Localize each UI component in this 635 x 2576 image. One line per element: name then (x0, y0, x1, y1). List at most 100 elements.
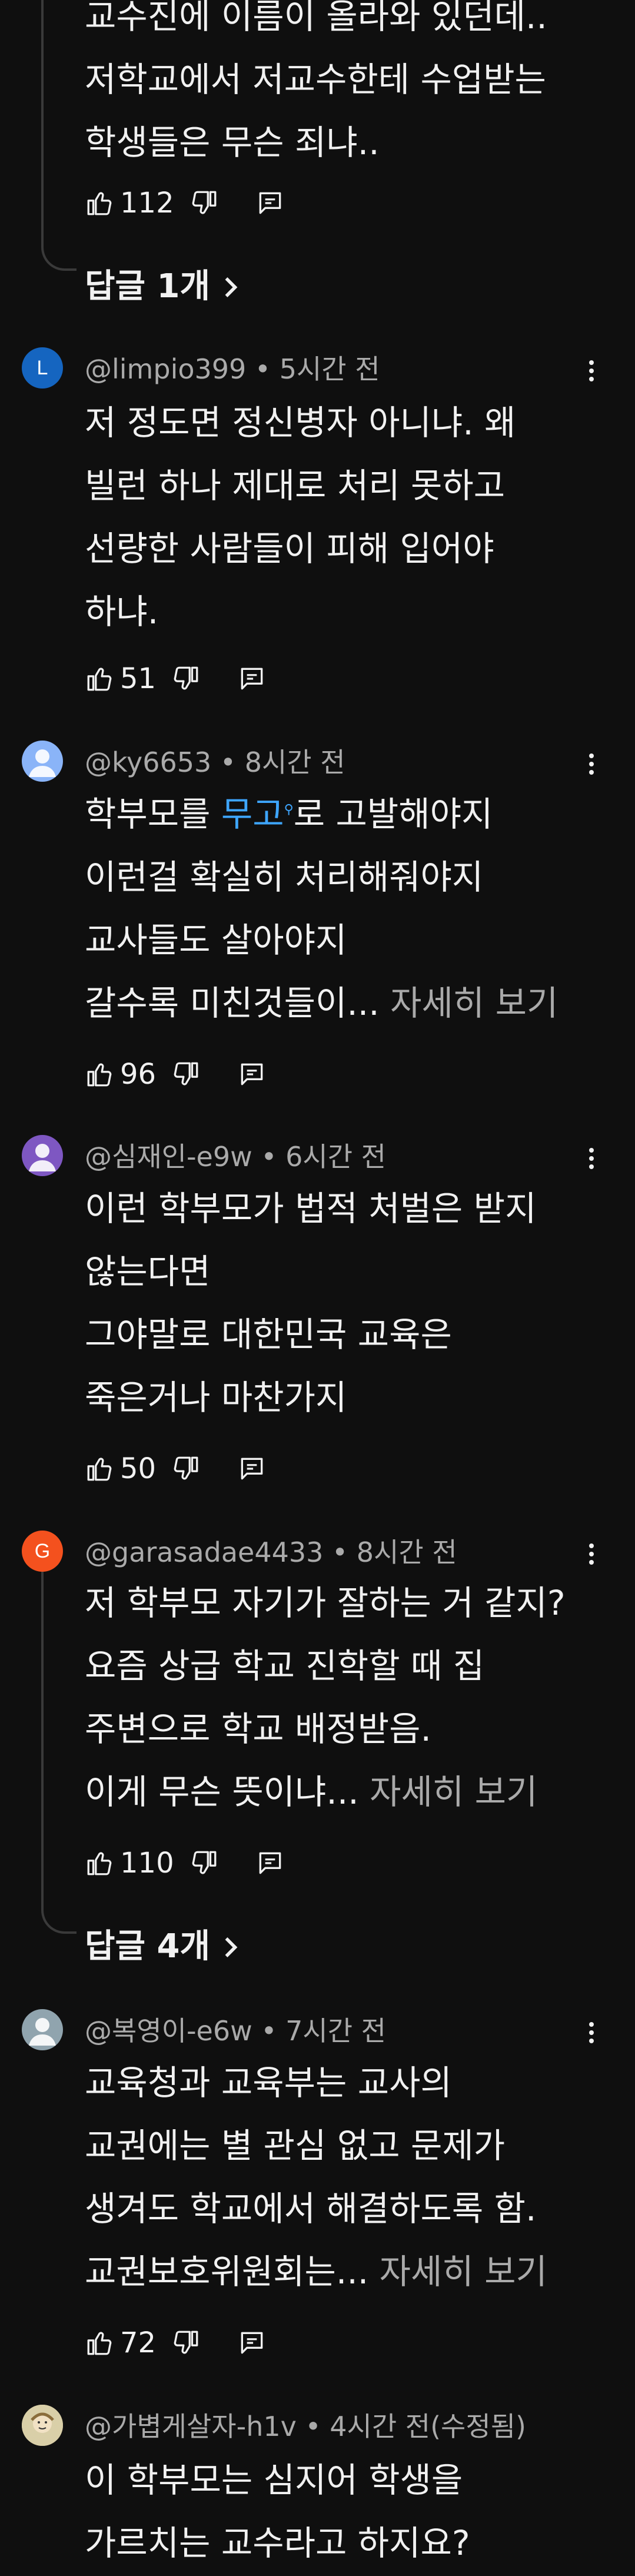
comment-line: 이런걸 확실히 처리해줘야지 (85, 857, 484, 897)
comment-actions: 110 (85, 1843, 285, 1884)
comment-actions: 50 (85, 1448, 267, 1489)
comment-author[interactable]: @심재인-e9w (85, 1141, 252, 1173)
comment-line: 갈수록 미친것들이... 자세히 보기 (85, 972, 603, 1035)
avatar[interactable] (22, 2405, 63, 2446)
reply-icon[interactable] (255, 1848, 285, 1878)
comment-line: 요즘 상급 학교 진학할 때 집 (85, 1646, 485, 1686)
more-options-icon[interactable] (583, 1536, 600, 1572)
reply-icon[interactable] (237, 1060, 267, 1089)
more-options-icon[interactable] (583, 746, 600, 782)
replies-button[interactable]: 답글 1개 (85, 266, 240, 309)
like-icon[interactable] (85, 1848, 114, 1878)
reply-icon[interactable] (237, 1454, 267, 1483)
replies-label: 답글 1개 (85, 267, 211, 306)
comment-meta: @ky6653 • 8시간 전 (85, 746, 345, 778)
comment-text-segment: 교권보호위원회는... (85, 2252, 369, 2292)
comment-line: 않는다면 (85, 1252, 211, 1292)
like-count: 112 (120, 187, 174, 220)
like-icon[interactable] (85, 1454, 114, 1483)
comment-author[interactable]: @ky6653 (85, 746, 211, 778)
avatar[interactable]: L (22, 347, 63, 389)
more-options-icon[interactable] (583, 2015, 600, 2050)
like-icon[interactable] (85, 664, 114, 693)
comment-line: 이 학부모는 심지어 학생을 (85, 2460, 463, 2500)
comment-line: 교사들도 살아야지 (85, 920, 347, 960)
reply-icon[interactable] (237, 664, 267, 693)
comment-text: 이런 학부모가 법적 처벌은 받지 않는다면 그야말로 대한민국 교육은 죽은거… (85, 1177, 603, 1429)
chevron-right-icon (222, 268, 240, 309)
comment-text-segment: 학부모를 (85, 794, 221, 834)
comment-text-segment: 로 고발해야지 (293, 794, 493, 834)
search-link-icon[interactable]: ⚲ (284, 802, 294, 817)
like-count: 96 (120, 1058, 157, 1091)
comment-line: 선량한 사람들이 피해 입어야 (85, 529, 494, 569)
comment-line: 교수진에 이름이 올라와 있던데.. (85, 0, 547, 36)
comment-author[interactable]: @garasadae4433 (85, 1536, 323, 1568)
comment-meta: @limpio399 • 5시간 전 (85, 353, 380, 385)
comment-line: 주변으로 학교 배정받음. (85, 1709, 431, 1749)
comment-meta: @심재인-e9w • 6시간 전 (85, 1141, 386, 1173)
avatar[interactable] (22, 741, 63, 782)
replies-label: 답글 4개 (85, 1927, 211, 1966)
avatar[interactable] (22, 2009, 63, 2050)
dislike-icon[interactable] (171, 2328, 201, 2358)
comment-line: 그야말로 대한민국 교육은 (85, 1314, 452, 1355)
comment-line: 저학교에서 저교수한테 수업받는 (85, 59, 546, 99)
comment-text-segment: 갈수록 미친것들이... (85, 983, 380, 1023)
avatar[interactable]: G (22, 1531, 63, 1572)
dislike-icon[interactable] (189, 188, 219, 218)
comment-text: 저 정도면 정신병자 아니냐. 왜 빌런 하나 제대로 처리 못하고 선량한 사… (85, 391, 603, 643)
comment-author[interactable]: @가볍게살자-h1v (85, 2411, 297, 2442)
comment-actions: 72 (85, 2322, 267, 2363)
comment-time: 8시간 전 (356, 1536, 457, 1568)
avatar-letter: G (34, 1539, 51, 1562)
like-count: 50 (120, 1452, 157, 1485)
profile-photo-icon (22, 2405, 63, 2446)
default-avatar-icon (29, 749, 56, 777)
comment-line: 하냐. (85, 592, 159, 632)
avatar-letter: L (36, 356, 48, 379)
read-more-button[interactable]: 자세히 보기 (390, 983, 558, 1023)
search-link[interactable]: 무고 (221, 794, 284, 834)
comment-text: 교수진에 이름이 올라와 있던데.. 저학교에서 저교수한테 수업받는 학생들은… (85, 0, 603, 174)
comment-line: 이런 학부모가 법적 처벌은 받지 (85, 1189, 537, 1229)
dislike-icon[interactable] (171, 1060, 201, 1089)
dislike-icon[interactable] (171, 1454, 201, 1483)
chevron-right-icon (222, 1928, 240, 1969)
dislike-icon[interactable] (171, 664, 201, 693)
comment-line: 생겨도 학교에서 해결하도록 함. (85, 2189, 537, 2229)
dislike-icon[interactable] (189, 1848, 219, 1878)
more-options-icon[interactable] (583, 1141, 600, 1176)
read-more-button[interactable]: 자세히 보기 (370, 1772, 537, 1812)
like-icon[interactable] (85, 2328, 114, 2358)
comment-author[interactable]: @복영이-e6w (85, 2015, 252, 2047)
comment-actions: 51 (85, 658, 267, 699)
replies-button[interactable]: 답글 4개 (85, 1926, 240, 1969)
comment-line: 죽은거나 마찬가지 (85, 1377, 347, 1418)
comment-line: 학생들은 무슨 죄냐.. (85, 122, 380, 162)
like-icon[interactable] (85, 188, 114, 218)
comment-time: 4시간 전(수정됨) (330, 2411, 526, 2442)
comment-time: 7시간 전 (285, 2015, 386, 2047)
comment-line: 교권에는 별 관심 없고 문제가 (85, 2126, 506, 2166)
comment-line: 저 학부모 자기가 잘하는 거 같지? (85, 1583, 566, 1623)
comment-meta: @복영이-e6w • 7시간 전 (85, 2015, 386, 2047)
thread-line (41, 0, 44, 247)
read-more-button[interactable]: 자세히 보기 (380, 2252, 547, 2292)
comment-meta: @가볍게살자-h1v • 4시간 전(수정됨) (85, 2411, 526, 2442)
thread-line (41, 1563, 44, 1910)
comment-line: 교권보호위원회는... 자세히 보기 (85, 2240, 603, 2303)
reply-icon[interactable] (255, 188, 285, 218)
comment-text-segment: 이게 무슨 뜻이냐... (85, 1772, 359, 1812)
comment-author[interactable]: @limpio399 (85, 353, 246, 385)
comment-time: 8시간 전 (244, 746, 345, 778)
comment-text: 이 학부모는 심지어 학생을 가르치는 교수라고 하지요? (85, 2449, 603, 2575)
reply-icon[interactable] (237, 2328, 267, 2358)
avatar[interactable] (22, 1135, 63, 1176)
comment-line: 빌런 하나 제대로 처리 못하고 (85, 466, 506, 506)
default-avatar-icon (29, 2018, 56, 2046)
default-avatar-icon (29, 1144, 56, 1171)
like-icon[interactable] (85, 1060, 114, 1089)
more-options-icon[interactable] (583, 353, 600, 389)
comment-actions: 96 (85, 1054, 267, 1095)
